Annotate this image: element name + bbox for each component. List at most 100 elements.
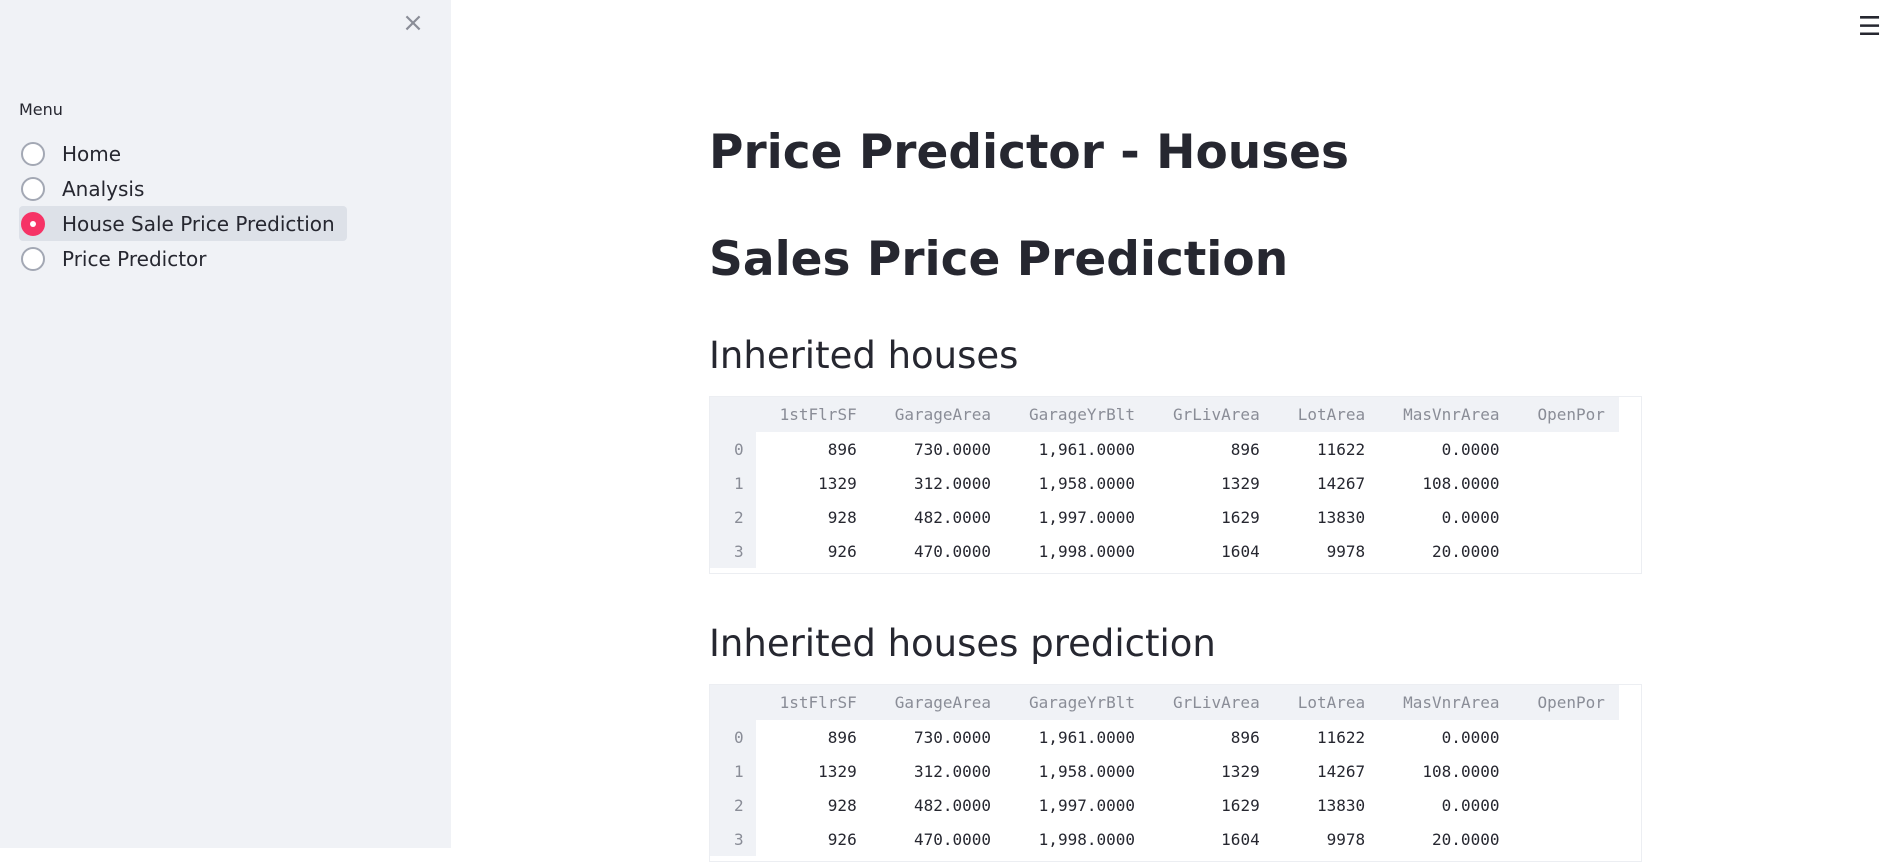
table-cell: 470.0000 bbox=[913, 541, 992, 561]
table-cell: 11622 bbox=[1316, 439, 1366, 459]
table-cell: 1604 bbox=[1221, 829, 1260, 849]
table-cell: 1329 bbox=[818, 473, 857, 493]
table-cell: 926 bbox=[827, 541, 857, 561]
hamburger-menu-icon[interactable]: ☰ bbox=[1858, 12, 1881, 42]
table-cell: 896 bbox=[1230, 727, 1260, 747]
table-row: 3 926 470.0000 1,998.0000 1604 9978 20.0… bbox=[710, 822, 1619, 856]
table-cell: 0.0000 bbox=[1441, 727, 1500, 747]
column-header[interactable]: OpenPor bbox=[1513, 397, 1619, 432]
table-cell: 928 bbox=[827, 507, 857, 527]
table-cell: 1,997.0000 bbox=[1038, 507, 1135, 527]
table-cell bbox=[1513, 466, 1618, 500]
radio-button-icon[interactable] bbox=[21, 246, 45, 271]
radio-item-analysis[interactable]: Analysis bbox=[19, 171, 156, 206]
column-header[interactable]: GrLivArea bbox=[1149, 685, 1274, 720]
section-heading-inherited-houses: Inherited houses bbox=[709, 334, 1019, 377]
radio-button-icon[interactable] bbox=[21, 176, 45, 201]
row-index: 1 bbox=[710, 466, 756, 500]
table-cell: 14267 bbox=[1316, 761, 1366, 781]
column-header[interactable]: 1stFlrSF bbox=[755, 685, 871, 720]
table-row: 0 896 730.0000 1,961.0000 896 11622 0.00… bbox=[710, 432, 1619, 466]
table-cell: 1,961.0000 bbox=[1038, 439, 1135, 459]
table-row: 2 928 482.0000 1,997.0000 1629 13830 0.0… bbox=[710, 788, 1619, 822]
row-index: 0 bbox=[710, 432, 756, 466]
table-cell: 730.0000 bbox=[913, 439, 992, 459]
table-cell: 482.0000 bbox=[913, 507, 992, 527]
table-row: 1 1329 312.0000 1,958.0000 1329 14267 10… bbox=[710, 466, 1619, 500]
column-header[interactable]: LotArea bbox=[1273, 685, 1380, 720]
table-cell bbox=[1513, 754, 1618, 788]
table-cell: 13830 bbox=[1316, 795, 1366, 815]
table-cell: 1629 bbox=[1221, 507, 1260, 527]
radio-button-icon[interactable] bbox=[21, 141, 45, 166]
table-cell: 1,958.0000 bbox=[1038, 761, 1135, 781]
table-cell: 482.0000 bbox=[913, 795, 992, 815]
table-cell bbox=[1513, 788, 1618, 822]
table-row: 0 896 730.0000 1,961.0000 896 11622 0.00… bbox=[710, 720, 1619, 754]
section-heading-inherited-houses-prediction: Inherited houses prediction bbox=[709, 622, 1216, 665]
sidebar: × Menu Home Analysis House Sale Price Pr… bbox=[0, 0, 451, 848]
table-cell: 926 bbox=[827, 829, 857, 849]
table-cell: 0.0000 bbox=[1441, 439, 1500, 459]
close-sidebar-icon[interactable]: × bbox=[400, 10, 426, 36]
table-cell: 9978 bbox=[1326, 541, 1366, 561]
table-cell bbox=[1513, 534, 1618, 568]
table-cell: 0.0000 bbox=[1441, 795, 1500, 815]
column-header[interactable]: MasVnrArea bbox=[1379, 685, 1514, 720]
table-cell: 470.0000 bbox=[913, 829, 992, 849]
row-index: 0 bbox=[710, 720, 756, 754]
row-index: 3 bbox=[710, 534, 756, 568]
table-cell: 108.0000 bbox=[1422, 473, 1500, 493]
table-cell: 1329 bbox=[1221, 761, 1260, 781]
column-header[interactable]: GarageArea bbox=[870, 685, 1006, 720]
table-cell: 730.0000 bbox=[913, 727, 992, 747]
table-cell: 0.0000 bbox=[1441, 507, 1500, 527]
table-cell: 11622 bbox=[1316, 727, 1366, 747]
table-cell bbox=[1513, 822, 1618, 856]
column-header[interactable]: OpenPor bbox=[1513, 685, 1619, 720]
column-header[interactable]: GarageYrBlt bbox=[1005, 685, 1149, 720]
table-cell: 1,958.0000 bbox=[1038, 473, 1135, 493]
radio-label: Analysis bbox=[62, 176, 145, 201]
column-header[interactable]: GarageArea bbox=[870, 397, 1006, 432]
table-cell: 1,961.0000 bbox=[1038, 727, 1135, 747]
radio-label: House Sale Price Prediction bbox=[62, 211, 335, 236]
table-cell: 896 bbox=[1230, 439, 1260, 459]
table-cell: 1329 bbox=[1221, 473, 1260, 493]
table-cell: 1629 bbox=[1221, 795, 1260, 815]
table-cell: 928 bbox=[827, 795, 857, 815]
table-cell: 312.0000 bbox=[913, 473, 992, 493]
radio-item-home[interactable]: Home bbox=[19, 136, 133, 171]
row-index: 2 bbox=[710, 788, 756, 822]
radio-label: Price Predictor bbox=[62, 246, 207, 271]
column-header[interactable]: 1stFlrSF bbox=[755, 397, 871, 432]
inherited-houses-prediction-table[interactable]: 1stFlrSF GarageArea GarageYrBlt GrLivAre… bbox=[709, 684, 1642, 862]
menu-label: Menu bbox=[19, 100, 63, 119]
table-cell: 896 bbox=[827, 727, 857, 747]
table-cell: 1,997.0000 bbox=[1038, 795, 1135, 815]
column-header[interactable]: MasVnrArea bbox=[1379, 397, 1514, 432]
page-title: Price Predictor - Houses bbox=[709, 125, 1350, 180]
column-header[interactable]: GarageYrBlt bbox=[1005, 397, 1149, 432]
table-cell bbox=[1513, 432, 1618, 466]
radio-button-selected-icon[interactable] bbox=[21, 211, 45, 236]
table-row: 3 926 470.0000 1,998.0000 1604 9978 20.0… bbox=[710, 534, 1619, 568]
table-row: 2 928 482.0000 1,997.0000 1629 13830 0.0… bbox=[710, 500, 1619, 534]
table-cell: 20.0000 bbox=[1432, 829, 1500, 849]
index-column-header bbox=[710, 685, 756, 720]
table-cell: 1,998.0000 bbox=[1038, 829, 1135, 849]
index-column-header bbox=[710, 397, 756, 432]
radio-label: Home bbox=[62, 141, 122, 166]
radio-item-price-predictor[interactable]: Price Predictor bbox=[19, 241, 219, 276]
table-cell: 108.0000 bbox=[1422, 761, 1500, 781]
inherited-houses-table[interactable]: 1stFlrSF GarageArea GarageYrBlt GrLivAre… bbox=[709, 396, 1642, 574]
table-cell: 14267 bbox=[1316, 473, 1366, 493]
table-cell: 1604 bbox=[1221, 541, 1260, 561]
column-header[interactable]: GrLivArea bbox=[1149, 397, 1274, 432]
radio-item-house-sale-price-prediction[interactable]: House Sale Price Prediction bbox=[19, 206, 347, 241]
row-index: 2 bbox=[710, 500, 756, 534]
menu-radio-group: Home Analysis House Sale Price Predictio… bbox=[19, 136, 347, 276]
column-header[interactable]: LotArea bbox=[1273, 397, 1380, 432]
table-row: 1 1329 312.0000 1,958.0000 1329 14267 10… bbox=[710, 754, 1619, 788]
page-subtitle: Sales Price Prediction bbox=[709, 232, 1289, 287]
